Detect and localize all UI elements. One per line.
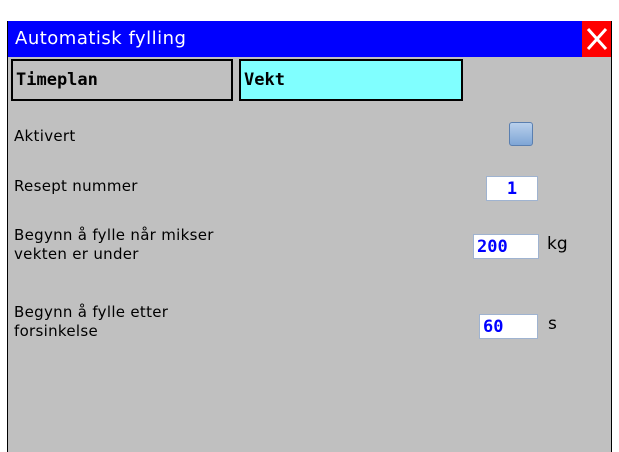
window-title: Automatisk fylling xyxy=(15,28,187,49)
vekt-input[interactable]: 200 xyxy=(473,234,539,259)
tab-timeplan[interactable]: Timeplan xyxy=(11,59,233,101)
resept-input[interactable]: 1 xyxy=(486,176,538,201)
close-icon xyxy=(586,27,608,51)
vekt-label-line1: Begynn å fylle når mikser xyxy=(14,226,214,244)
vekt-unit: kg xyxy=(547,234,568,254)
forsinkelse-label-line1: Begynn å fylle etter xyxy=(14,303,169,321)
aktivert-checkbox[interactable] xyxy=(509,122,533,146)
forsinkelse-unit: s xyxy=(548,314,557,334)
close-button[interactable] xyxy=(582,21,611,57)
title-bar: Automatisk fylling xyxy=(8,21,611,57)
forsinkelse-input[interactable]: 60 xyxy=(479,314,538,339)
resept-label: Resept nummer xyxy=(14,177,138,195)
tab-vekt[interactable]: Vekt xyxy=(239,59,463,101)
forsinkelse-label-line2: forsinkelse xyxy=(14,322,99,340)
dialog-window: Automatisk fylling Timeplan Vekt Aktiver… xyxy=(7,21,612,452)
aktivert-label: Aktivert xyxy=(14,127,76,145)
vekt-label-line2: vekten er under xyxy=(14,245,139,263)
